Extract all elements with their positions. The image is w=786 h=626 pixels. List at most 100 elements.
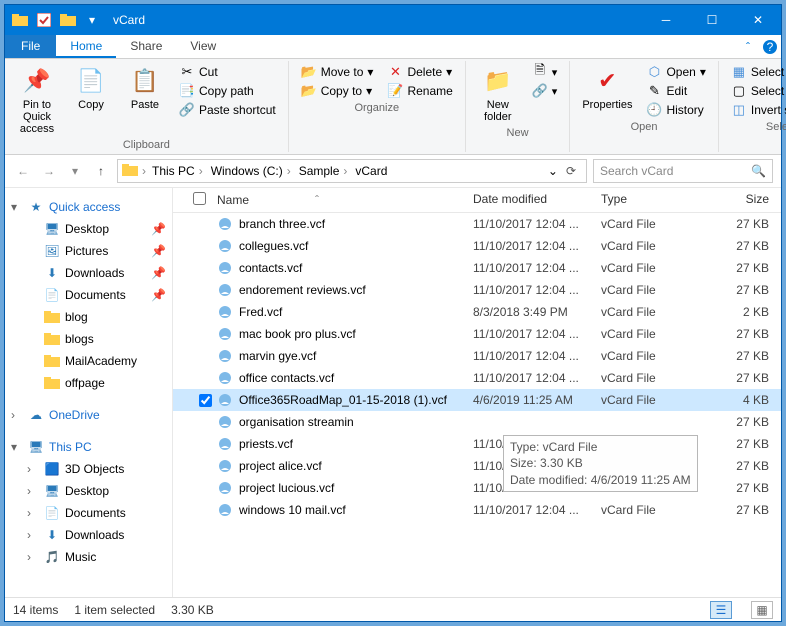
tab-home[interactable]: Home bbox=[56, 35, 116, 58]
move-to-button[interactable]: 📂Move to▾ bbox=[297, 63, 378, 81]
history-icon: 🕘 bbox=[646, 102, 662, 118]
file-row[interactable]: marvin gye.vcf 11/10/2017 12:04 ... vCar… bbox=[173, 345, 781, 367]
delete-button[interactable]: ✕Delete▾ bbox=[383, 63, 456, 81]
pin-quick-access-button[interactable]: 📌Pin to Quick access bbox=[13, 63, 61, 137]
edit-button[interactable]: ✎Edit bbox=[642, 82, 709, 100]
crumb-drive[interactable]: Windows (C:)› bbox=[209, 164, 295, 178]
file-row[interactable]: Office365RoadMap_01-15-2018 (1).vcf 4/6/… bbox=[173, 389, 781, 411]
file-row[interactable]: office contacts.vcf 11/10/2017 12:04 ...… bbox=[173, 367, 781, 389]
sidebar-item[interactable]: offpage bbox=[5, 372, 172, 394]
select-all-button[interactable]: ▦Select all bbox=[727, 63, 786, 81]
collapse-ribbon-icon[interactable]: ˆ bbox=[737, 35, 759, 58]
col-type[interactable]: Type bbox=[601, 192, 711, 208]
new-item-button[interactable]: 🗎▾ bbox=[528, 63, 562, 81]
row-checkbox[interactable] bbox=[199, 394, 212, 407]
search-icon: 🔍 bbox=[751, 164, 766, 178]
paste-button[interactable]: 📋Paste bbox=[121, 63, 169, 113]
col-size[interactable]: Size bbox=[711, 192, 781, 208]
close-button[interactable]: ✕ bbox=[735, 5, 781, 35]
col-name[interactable]: Nameˆ bbox=[217, 192, 473, 208]
select-none-button[interactable]: ▢Select none bbox=[727, 82, 786, 100]
sidebar-item[interactable]: ›🖥Desktop bbox=[5, 480, 172, 502]
file-date: 11/10/2017 12:04 ... bbox=[473, 217, 601, 231]
easy-access-button[interactable]: 🔗▾ bbox=[528, 82, 562, 100]
up-button[interactable]: ↑ bbox=[91, 161, 111, 181]
sidebar-onedrive[interactable]: ›☁OneDrive bbox=[5, 404, 172, 426]
crumb-this-pc[interactable]: This PC› bbox=[150, 164, 207, 178]
tab-share[interactable]: Share bbox=[116, 35, 176, 58]
view-details-button[interactable]: ☰ bbox=[710, 601, 732, 619]
refresh-button[interactable]: ⟳ bbox=[560, 164, 582, 178]
properties-button[interactable]: ✔Properties bbox=[578, 63, 636, 113]
new-folder-button[interactable]: 📁New folder bbox=[474, 63, 522, 125]
qat-properties-icon[interactable] bbox=[35, 11, 53, 29]
maximize-button[interactable]: ☐ bbox=[689, 5, 735, 35]
file-tab[interactable]: File bbox=[5, 35, 56, 58]
sidebar-item[interactable]: 🖥Desktop📌 bbox=[5, 218, 172, 240]
folder-icon bbox=[43, 375, 61, 391]
file-type: vCard File bbox=[601, 393, 711, 407]
sidebar-item[interactable]: MailAcademy bbox=[5, 350, 172, 372]
file-row[interactable]: branch three.vcf 11/10/2017 12:04 ... vC… bbox=[173, 213, 781, 235]
minimize-button[interactable]: ─ bbox=[643, 5, 689, 35]
file-type: vCard File bbox=[601, 327, 711, 341]
sidebar-item[interactable]: blogs bbox=[5, 328, 172, 350]
history-button[interactable]: 🕘History bbox=[642, 101, 709, 119]
status-selected: 1 item selected bbox=[74, 603, 155, 617]
column-headers[interactable]: Nameˆ Date modified Type Size bbox=[173, 188, 781, 213]
nav-pane[interactable]: ▾★Quick access 🖥Desktop📌🖼Pictures📌⬇Downl… bbox=[5, 188, 173, 597]
file-row[interactable]: windows 10 mail.vcf 11/10/2017 12:04 ...… bbox=[173, 499, 781, 521]
breadcrumb-path[interactable]: › This PC› Windows (C:)› Sample› vCard ⌄… bbox=[117, 159, 587, 183]
path-icon: 📑 bbox=[179, 83, 195, 99]
sidebar-item[interactable]: blog bbox=[5, 306, 172, 328]
file-row[interactable]: Fred.vcf 8/3/2018 3:49 PM vCard File 2 K… bbox=[173, 301, 781, 323]
col-date[interactable]: Date modified bbox=[473, 192, 601, 208]
file-date: 11/10/2017 12:04 ... bbox=[473, 349, 601, 363]
forward-button[interactable]: → bbox=[39, 161, 59, 181]
sidebar-item[interactable]: ›⬇Downloads bbox=[5, 524, 172, 546]
qat-new-folder-icon[interactable] bbox=[59, 11, 77, 29]
copy-path-button[interactable]: 📑Copy path bbox=[175, 82, 280, 100]
tab-view[interactable]: View bbox=[176, 35, 230, 58]
sidebar-item[interactable]: 🖼Pictures📌 bbox=[5, 240, 172, 262]
sidebar-this-pc[interactable]: ▾🖥This PC bbox=[5, 436, 172, 458]
file-type: vCard File bbox=[601, 261, 711, 275]
file-list[interactable]: branch three.vcf 11/10/2017 12:04 ... vC… bbox=[173, 213, 781, 597]
crumb-sample[interactable]: Sample› bbox=[297, 164, 352, 178]
back-button[interactable]: ← bbox=[13, 161, 33, 181]
sidebar-quick-access[interactable]: ▾★Quick access bbox=[5, 196, 172, 218]
file-row[interactable]: collegues.vcf 11/10/2017 12:04 ... vCard… bbox=[173, 235, 781, 257]
file-row[interactable]: contacts.vcf 11/10/2017 12:04 ... vCard … bbox=[173, 257, 781, 279]
file-date: 11/10/2017 12:04 ... bbox=[473, 239, 601, 253]
folder-icon bbox=[43, 353, 61, 369]
file-row[interactable]: mac book pro plus.vcf 11/10/2017 12:04 .… bbox=[173, 323, 781, 345]
file-date: 11/10/2017 12:04 ... bbox=[473, 261, 601, 275]
sidebar-item[interactable]: ›🎵Music bbox=[5, 546, 172, 568]
open-button[interactable]: ⬡Open▾ bbox=[642, 63, 709, 81]
search-box[interactable]: Search vCard 🔍 bbox=[593, 159, 773, 183]
recent-button[interactable]: ▾ bbox=[65, 161, 85, 181]
sidebar-item[interactable]: ›🟦3D Objects bbox=[5, 458, 172, 480]
file-type: vCard File bbox=[601, 371, 711, 385]
sidebar-item[interactable]: 📄Documents📌 bbox=[5, 284, 172, 306]
qat-chevron-down-icon[interactable]: ▾ bbox=[83, 11, 101, 29]
sidebar-item[interactable]: ›📄Documents bbox=[5, 502, 172, 524]
select-all-checkbox[interactable] bbox=[193, 192, 206, 205]
paste-shortcut-button[interactable]: 🔗Paste shortcut bbox=[175, 101, 280, 119]
sidebar-item[interactable]: ⬇Downloads📌 bbox=[5, 262, 172, 284]
copy-button[interactable]: 📄Copy bbox=[67, 63, 115, 113]
file-size: 27 KB bbox=[711, 261, 781, 275]
view-icons-button[interactable]: ▦ bbox=[751, 601, 773, 619]
rename-button[interactable]: 📝Rename bbox=[383, 82, 456, 100]
path-chevron-down-icon[interactable]: ⌄ bbox=[548, 164, 558, 178]
crumb-vcard[interactable]: vCard bbox=[353, 164, 389, 178]
cut-button[interactable]: ✂Cut bbox=[175, 63, 280, 81]
file-row[interactable]: organisation streamin 27 KB bbox=[173, 411, 781, 433]
invert-selection-button[interactable]: ◫Invert selection bbox=[727, 101, 786, 119]
file-row[interactable]: endorement reviews.vcf 11/10/2017 12:04 … bbox=[173, 279, 781, 301]
help-icon[interactable]: ? bbox=[759, 35, 781, 58]
titlebar[interactable]: ▾ vCard ─ ☐ ✕ bbox=[5, 5, 781, 35]
qat-folder-icon[interactable] bbox=[11, 11, 29, 29]
copy-to-button[interactable]: 📂Copy to▾ bbox=[297, 82, 378, 100]
file-name: mac book pro plus.vcf bbox=[239, 327, 356, 341]
